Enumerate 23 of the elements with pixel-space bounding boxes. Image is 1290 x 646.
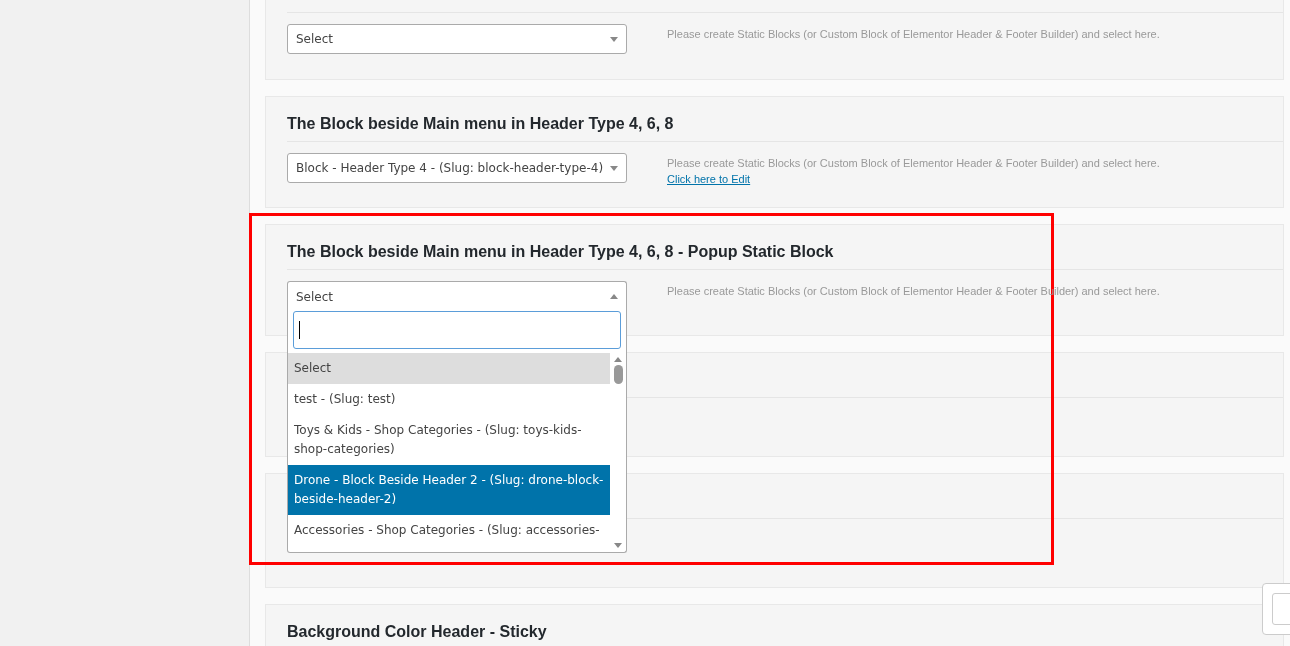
side-tab[interactable] bbox=[1262, 583, 1290, 635]
text-cursor bbox=[299, 321, 300, 339]
dropdown-option[interactable]: Drone - Block Beside Header 2 - (Slug: drone-block-beside-header-2) bbox=[288, 465, 610, 515]
select-field[interactable]: Select bbox=[287, 24, 627, 54]
dropdown-option[interactable]: Select bbox=[288, 353, 610, 384]
section-title: The Block beside Main menu in Header Type 4, 6, 8 bbox=[287, 114, 675, 134]
section-title: Background Color Header - Sticky bbox=[287, 622, 548, 642]
caret-icon bbox=[610, 165, 618, 171]
section-title: The Block beside Main menu in Header Type 4, 6, 8 - Popup Static Block bbox=[287, 242, 835, 262]
hint-text: Please create Static Blocks (or Custom Block of Elementor Header & Footer Builder) and select here. bbox=[667, 28, 1160, 41]
hint-text: Please create Static Blocks (or Custom Block of Elementor Header & Footer Builder) and select here. bbox=[667, 157, 1160, 170]
dropdown-option[interactable]: test - (Slug: test) bbox=[288, 384, 610, 415]
caret-icon bbox=[610, 36, 618, 42]
dropdown-option[interactable]: Toys & Kids - Shop Categories - (Slug: toys-kids-shop-categories) bbox=[288, 415, 610, 465]
caret-icon bbox=[614, 357, 622, 362]
select-field[interactable]: Block - Header Type 4 - (Slug: block-header-type-4) bbox=[287, 153, 627, 183]
select-field[interactable]: Select bbox=[287, 281, 627, 311]
scrollbar-thumb[interactable] bbox=[613, 365, 623, 384]
caret-icon bbox=[614, 543, 622, 548]
caret-icon bbox=[610, 294, 618, 299]
dropdown-option[interactable]: Accessories - Shop Categories - (Slug: accessories- bbox=[288, 515, 610, 546]
search-field[interactable] bbox=[293, 311, 621, 349]
edit-link[interactable]: Click here to Edit bbox=[667, 173, 751, 186]
